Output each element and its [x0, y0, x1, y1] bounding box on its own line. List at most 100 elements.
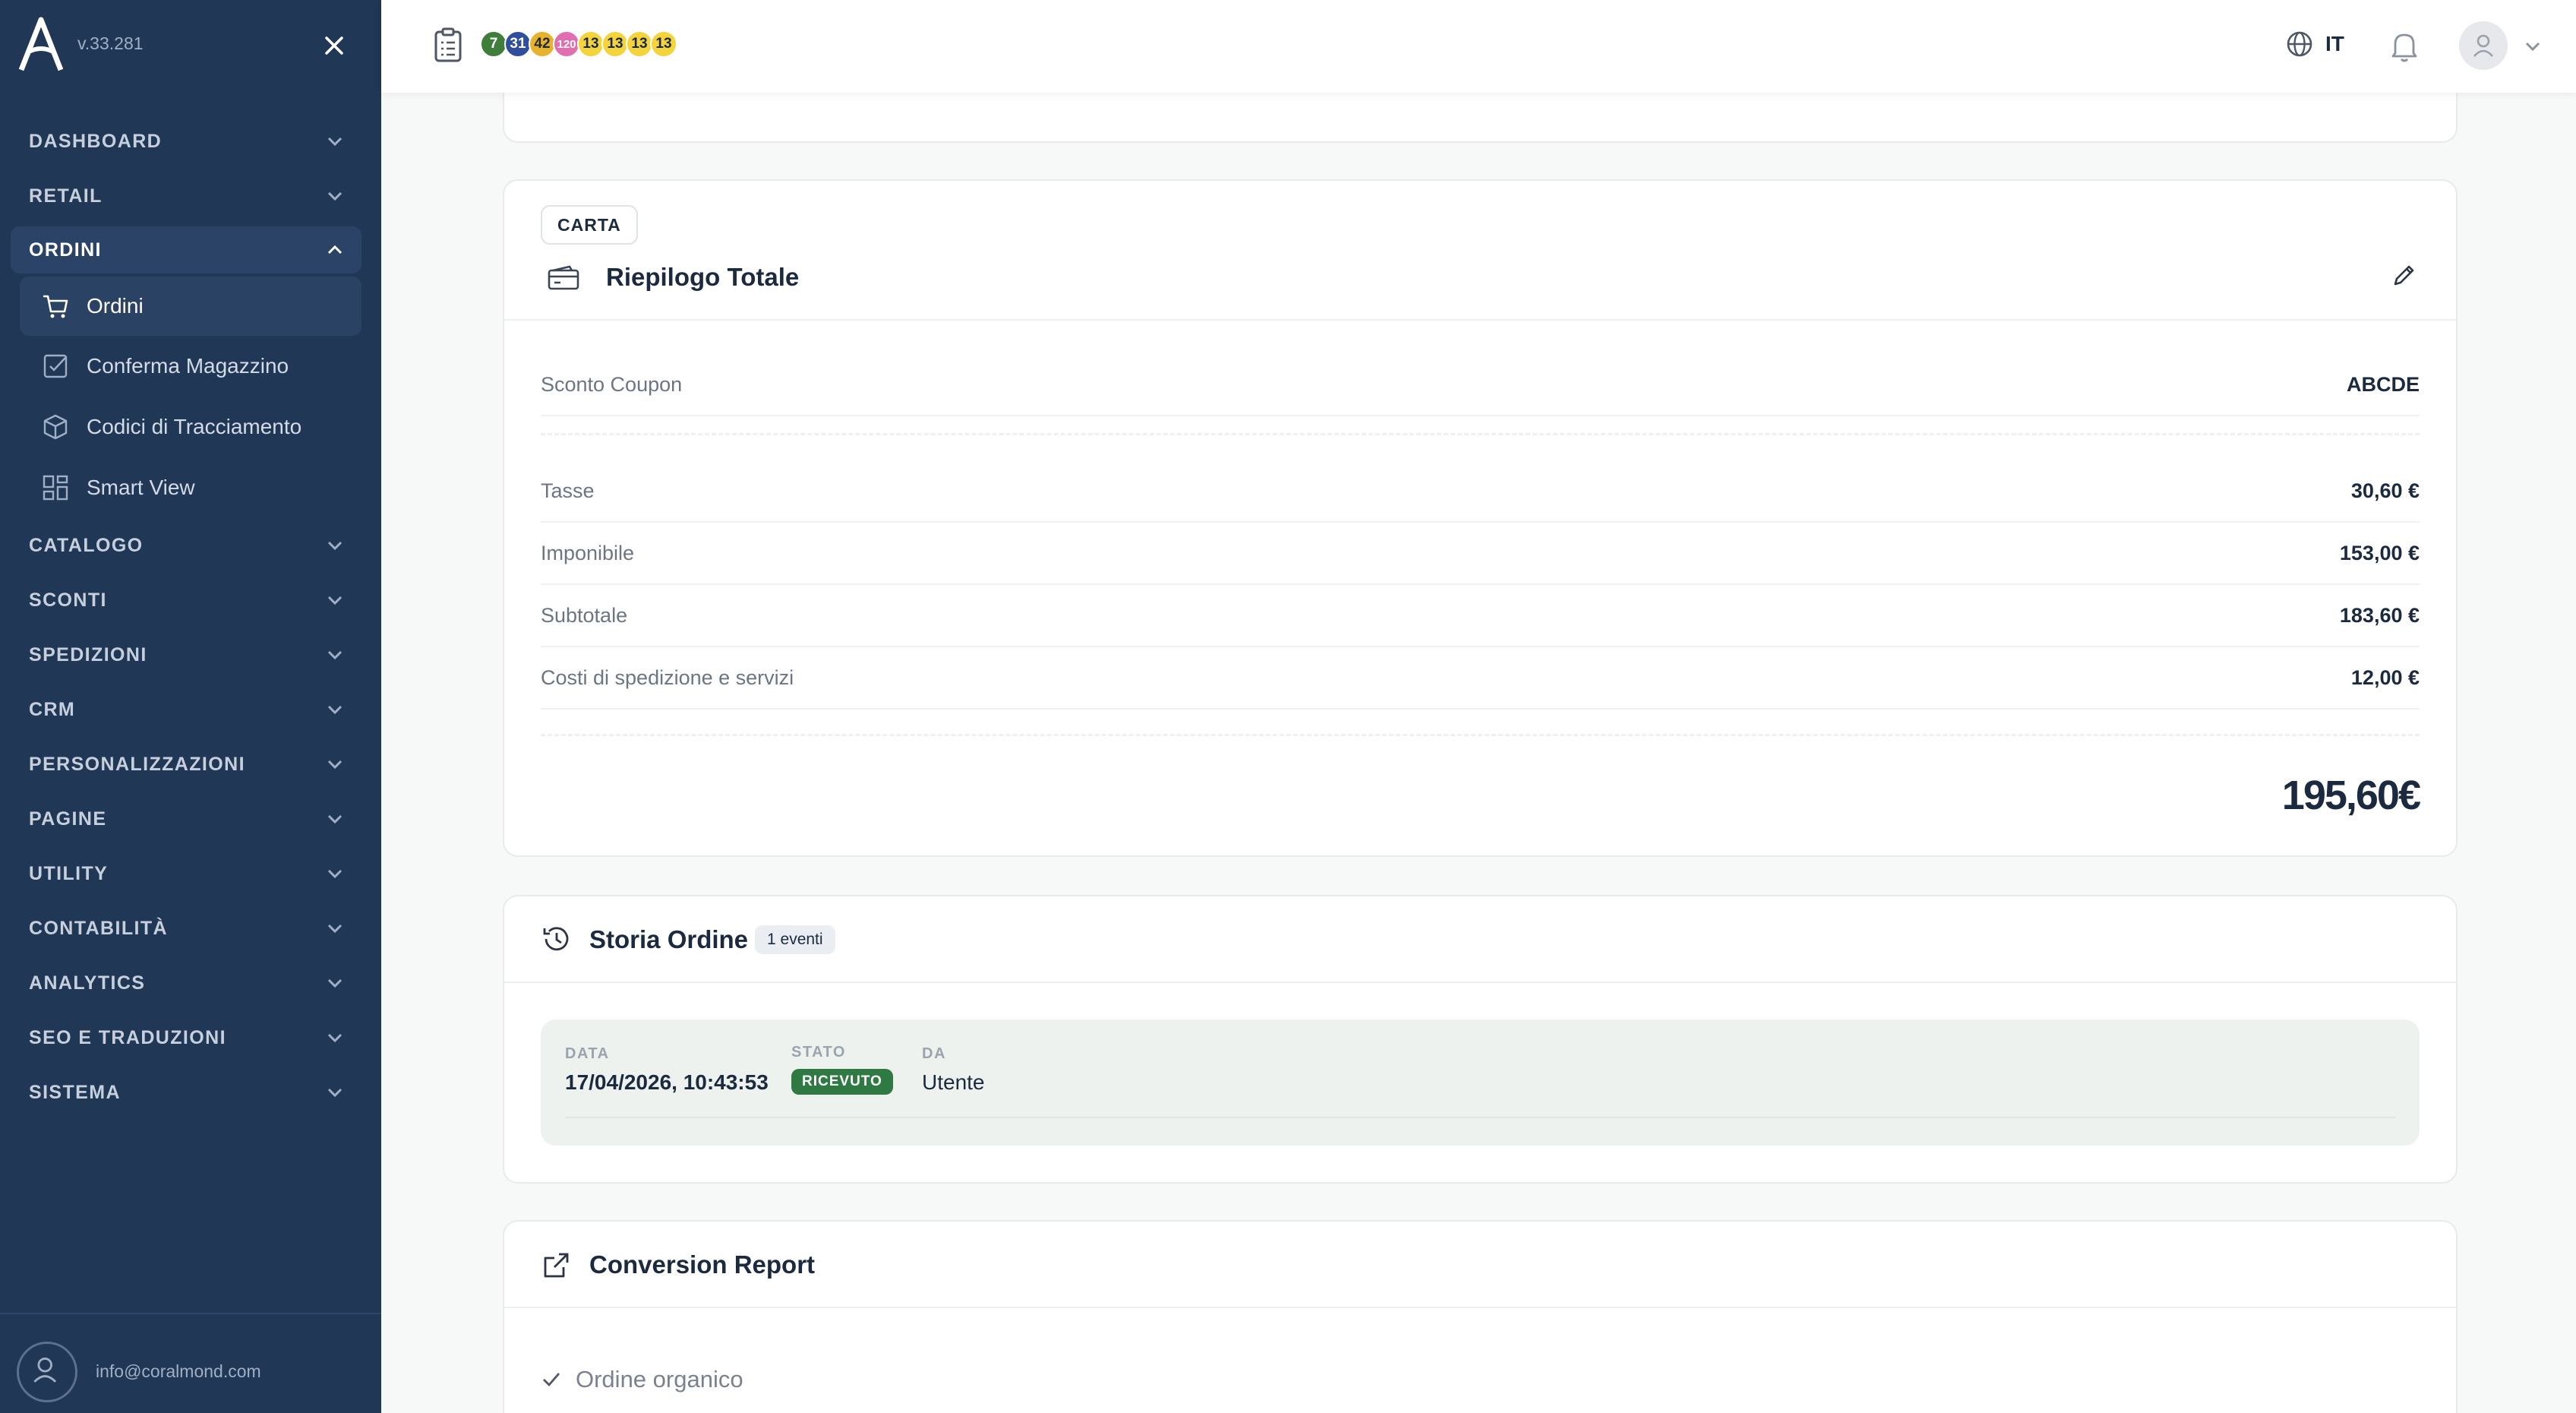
nav-label: UTILITY: [29, 862, 109, 884]
nav-sub-label: Codici di Tracciamento: [87, 415, 302, 438]
grid-icon: [43, 475, 68, 501]
event-date-label: DATA: [565, 1045, 610, 1062]
nav-sub-conferma-magazzino[interactable]: Conferma Magazzino: [11, 336, 361, 397]
check-icon: [543, 1373, 560, 1387]
globe-icon: [2287, 31, 2312, 57]
nav-label: CRM: [29, 698, 76, 720]
nav-label: ANALYTICS: [29, 972, 146, 994]
language-selector[interactable]: IT: [2284, 29, 2344, 59]
nav-sub-ordini[interactable]: Ordini: [20, 277, 361, 336]
nav-retail[interactable]: RETAIL: [11, 169, 361, 223]
status-badge[interactable]: 31: [504, 30, 532, 58]
coupon-row: Sconto Coupon ABCDE: [541, 354, 2420, 416]
chevron-down-icon[interactable]: [2524, 41, 2541, 52]
nav-label: SPEDIZIONI: [29, 643, 147, 665]
status-badge[interactable]: 7: [480, 30, 507, 58]
nav-seo-traduzioni[interactable]: SEO E TRADUZIONI: [11, 1010, 361, 1065]
nav-contabilita[interactable]: CONTABILITÀ: [11, 901, 361, 956]
status-badge[interactable]: 120: [553, 30, 580, 58]
nav-utility[interactable]: UTILITY: [11, 846, 361, 901]
status-badge[interactable]: 13: [626, 30, 653, 58]
nav-personalizzazioni[interactable]: PERSONALIZZAZIONI: [11, 737, 361, 792]
event-date-value: 17/04/2026, 10:43:53: [565, 1070, 769, 1094]
event-count-badge: 1 eventi: [755, 925, 835, 954]
sidebar-header: v.33.281: [0, 0, 381, 91]
sidebar-user[interactable]: info@coralmond.com: [0, 1313, 381, 1413]
conversion-card: Conversion Report Ordine organico: [503, 1220, 2458, 1413]
chevron-down-icon: [327, 191, 343, 201]
chevron-down-icon: [327, 760, 343, 770]
status-badge[interactable]: 13: [601, 30, 629, 58]
status-badge[interactable]: 13: [577, 30, 605, 58]
language-label: IT: [2325, 32, 2344, 55]
nav-label: PERSONALIZZAZIONI: [29, 753, 245, 775]
history-icon: [543, 927, 569, 951]
chevron-down-icon: [327, 978, 343, 988]
nav-spedizioni[interactable]: SPEDIZIONI: [11, 627, 361, 682]
status-badge[interactable]: 13: [650, 30, 677, 58]
bell-icon[interactable]: [2388, 27, 2421, 64]
sidebar-nav: DASHBOARD RETAIL ORDINI Ordini Conferma …: [11, 114, 361, 1120]
box-icon: [43, 414, 68, 440]
row-value: 183,60 €: [2339, 603, 2420, 627]
nav-sconti[interactable]: SCONTI: [11, 573, 361, 627]
card-divider: [504, 1307, 2456, 1308]
nav-ordini[interactable]: ORDINI: [11, 226, 361, 273]
row-value: 153,00 €: [2339, 541, 2420, 564]
chevron-down-icon: [327, 541, 343, 551]
nav-label: CATALOGO: [29, 534, 144, 556]
history-title: Storia Ordine: [589, 925, 749, 953]
close-sidebar-icon[interactable]: [319, 30, 349, 61]
status-badge[interactable]: 42: [529, 30, 556, 58]
summary-title: Riepilogo Totale: [606, 263, 800, 291]
chevron-down-icon: [327, 596, 343, 605]
nav-sistema[interactable]: SISTEMA: [11, 1065, 361, 1120]
card-divider: [504, 982, 2456, 983]
nav-pagine[interactable]: PAGINE: [11, 792, 361, 846]
nav-catalogo[interactable]: CATALOGO: [11, 518, 361, 573]
conversion-line: Ordine organico: [541, 1366, 743, 1393]
conversion-text: Ordine organico: [576, 1366, 743, 1392]
row-value: 30,60 €: [2350, 479, 2420, 502]
user-avatar-menu[interactable]: [2459, 21, 2508, 70]
pencil-icon[interactable]: [2391, 261, 2418, 289]
nav-dashboard[interactable]: DASHBOARD: [11, 114, 361, 169]
order-total: 195,60€: [2281, 773, 2421, 818]
event-by-label: DA: [922, 1045, 946, 1062]
nav-crm[interactable]: CRM: [11, 682, 361, 737]
user-icon: [33, 1358, 57, 1383]
user-email: info@coralmond.com: [96, 1361, 261, 1381]
nav-label: SCONTI: [29, 589, 107, 611]
nav-label: SEO E TRADUZIONI: [29, 1026, 226, 1048]
history-event: DATA 17/04/2026, 10:43:53 STATO RICEVUTO…: [541, 1019, 2420, 1146]
coupon-value: ABCDE: [2346, 372, 2420, 396]
nav-analytics[interactable]: ANALYTICS: [11, 956, 361, 1010]
nav-label: CONTABILITÀ: [29, 917, 168, 939]
nav-sub-smart-view[interactable]: Smart View: [11, 457, 361, 518]
coupon-label: Sconto Coupon: [541, 372, 683, 396]
chevron-down-icon: [327, 924, 343, 934]
chevron-up-icon: [327, 245, 343, 254]
sidebar: v.33.281 DASHBOARD RETAIL ORDINI Ordini …: [0, 0, 381, 1413]
nav-sub-codici-tracciamento[interactable]: Codici di Tracciamento: [11, 397, 361, 457]
dashed-divider: [541, 734, 2420, 736]
row-label: Subtotale: [541, 603, 628, 627]
nav-label: RETAIL: [29, 185, 103, 207]
event-by-value: Utente: [922, 1070, 985, 1094]
row-label: Costi di spedizione e servizi: [541, 665, 794, 689]
event-status: STATO RICEVUTO: [791, 1044, 893, 1095]
checkbox-icon: [43, 354, 68, 378]
row-label: Imponibile: [541, 541, 635, 564]
chevron-down-icon: [327, 650, 343, 660]
payment-method-tag: CARTA: [541, 205, 638, 245]
app-logo-icon[interactable]: [18, 17, 64, 71]
summary-card: CARTA Riepilogo Totale Sconto Coupon ABC…: [503, 179, 2458, 857]
card-divider: [504, 319, 2456, 321]
topbar: 7 31 42 120 13 13 13 13 IT: [381, 0, 2576, 93]
summary-row: Subtotale 183,60 €: [541, 585, 2420, 647]
user-avatar[interactable]: [17, 1342, 77, 1402]
clipboard-icon[interactable]: [433, 27, 463, 64]
nav-label: ORDINI: [29, 239, 102, 261]
cart-icon: [43, 295, 68, 318]
nav-sub-label: Smart View: [87, 476, 195, 499]
